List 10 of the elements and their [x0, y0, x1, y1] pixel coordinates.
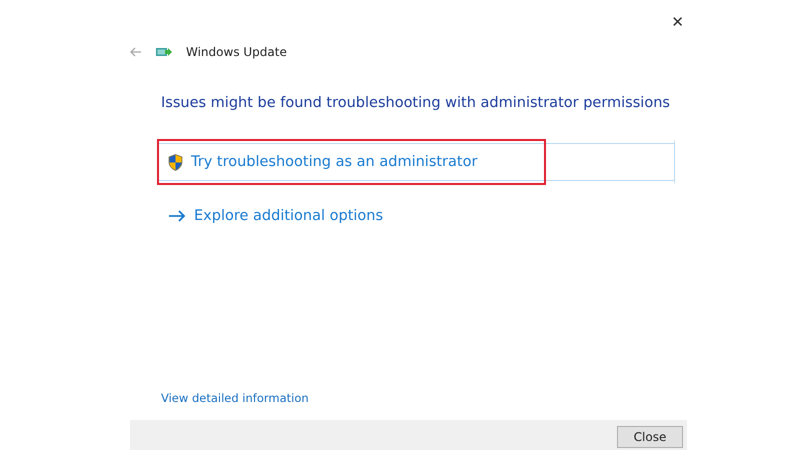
back-arrow-icon[interactable] [130, 47, 142, 57]
close-button[interactable]: Close [617, 426, 683, 448]
shield-icon [168, 154, 183, 170]
arrow-icon [168, 210, 186, 222]
option-link[interactable]: Try troubleshooting as an administrator [157, 139, 675, 185]
details-link[interactable]: View detailed information [161, 391, 309, 405]
heading: Issues might be found troubleshooting with administrator permissions [161, 95, 671, 111]
close-button[interactable]: ✕ [667, 10, 688, 34]
update-icon [156, 46, 172, 58]
window-title: Windows Update [186, 45, 287, 59]
